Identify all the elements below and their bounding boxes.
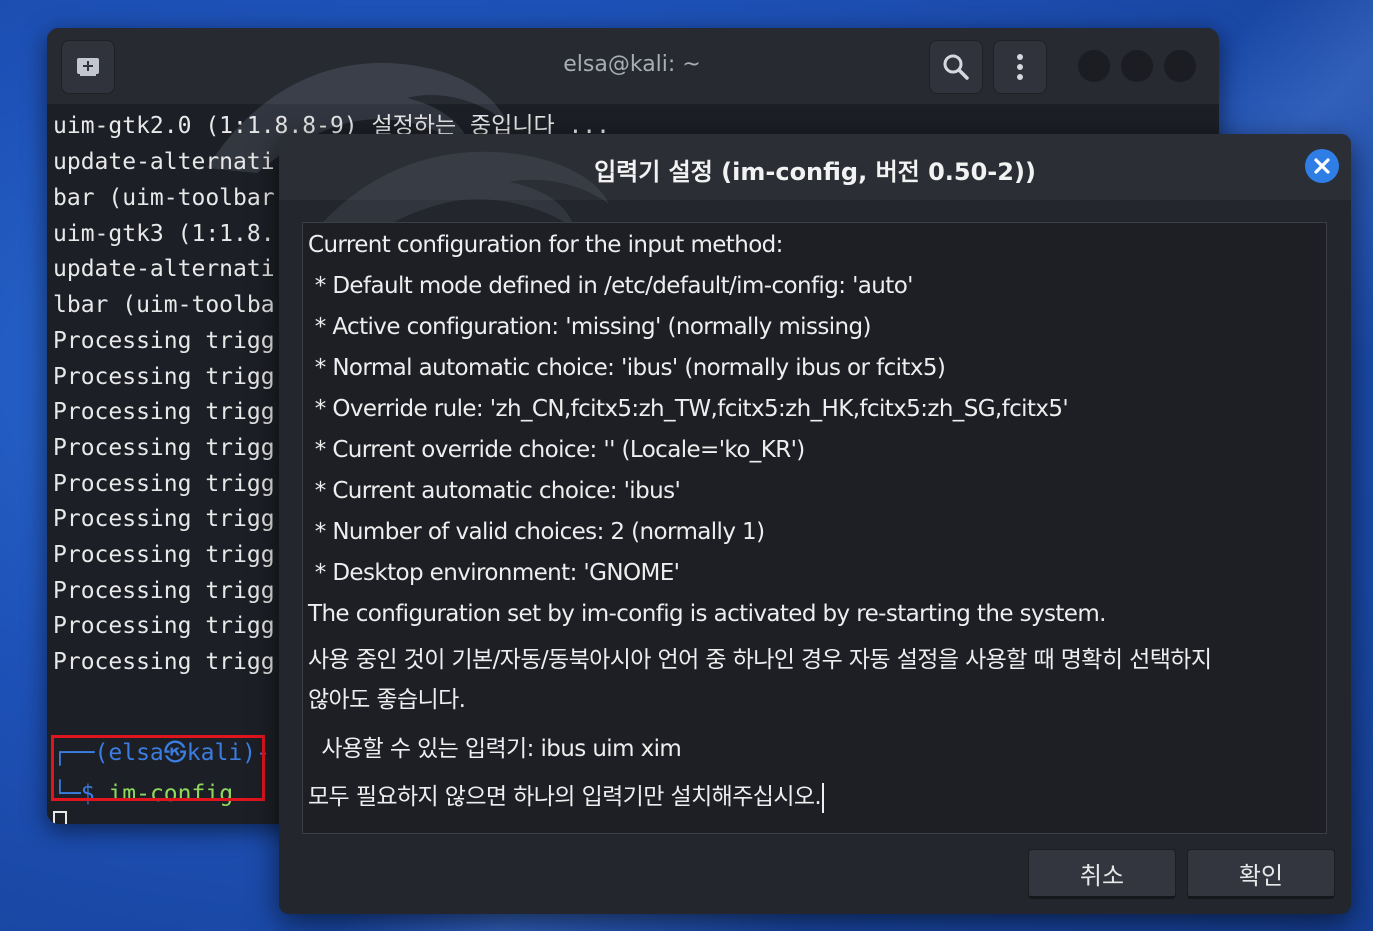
message-line: * Default mode defined in /etc/default/i…: [308, 273, 914, 299]
maximize-button[interactable]: [1121, 50, 1153, 82]
dialog-close-button[interactable]: [1305, 149, 1339, 183]
search-icon: [943, 54, 969, 80]
message-line: * Number of valid choices: 2 (normally 1…: [308, 519, 765, 545]
terminal-line: Processing trigg: [53, 328, 275, 354]
terminal-cursor: [53, 811, 67, 824]
configuration-message-area[interactable]: Current configuration for the input meth…: [302, 222, 1327, 834]
message-line: Current configuration for the input meth…: [308, 232, 783, 258]
message-line: * Current override choice: '' (Locale='k…: [308, 437, 806, 463]
menu-button[interactable]: [993, 40, 1047, 94]
message-line: * Desktop environment: 'GNOME': [308, 560, 680, 586]
dialog-header[interactable]: 입력기 설정 (im-config, 버전 0.50-2)): [279, 134, 1351, 242]
terminal-line: bar (uim-toolbar: [53, 185, 275, 211]
im-config-dialog[interactable]: 입력기 설정 (im-config, 버전 0.50-2)) Current c…: [279, 134, 1351, 914]
terminal-line: Processing trigg: [53, 364, 275, 390]
message-line: The configuration set by im-config is ac…: [308, 601, 1106, 627]
message-line: * Active configuration: 'missing' (norma…: [308, 314, 872, 340]
minimize-button[interactable]: [1078, 50, 1110, 82]
ok-button[interactable]: 확인: [1187, 849, 1335, 899]
kebab-menu-icon: [1017, 54, 1023, 80]
search-button[interactable]: [929, 40, 983, 94]
message-line-text: 모두 필요하지 않으면 하나의 입력기만 설치해주십시오.: [308, 784, 822, 810]
close-icon: [1314, 158, 1330, 174]
command-highlight-box: [51, 735, 265, 801]
message-line: * Current automatic choice: 'ibus': [308, 478, 681, 504]
message-line: * Override rule: 'zh_CN,fcitx5:zh_TW,fci…: [308, 396, 1069, 422]
terminal-line: Processing trigg: [53, 578, 275, 604]
text-caret: [822, 782, 825, 813]
terminal-line: Processing trigg: [53, 542, 275, 568]
terminal-line: lbar (uim-toolba: [53, 292, 275, 318]
message-line: 사용할 수 있는 입력기: ibus uim xim: [308, 736, 682, 762]
message-line: * Normal automatic choice: 'ibus' (norma…: [308, 355, 946, 381]
terminal-line: Processing trigg: [53, 649, 275, 675]
terminal-title: elsa@kali: ~: [563, 52, 701, 77]
terminal-line: Processing trigg: [53, 435, 275, 461]
message-line: 않아도 좋습니다.: [308, 687, 466, 713]
close-window-button[interactable]: [1164, 50, 1196, 82]
terminal-line: Processing trigg: [53, 506, 275, 532]
message-line-last: 모두 필요하지 않으면 하나의 입력기만 설치해주십시오.: [308, 782, 825, 813]
new-tab-button[interactable]: [61, 40, 115, 94]
terminal-line: Processing trigg: [53, 613, 275, 639]
terminal-line: Processing trigg: [53, 471, 275, 497]
terminal-line: update-alternati: [53, 149, 275, 175]
dialog-title: 입력기 설정 (im-config, 버전 0.50-2)): [594, 158, 1036, 186]
terminal-header[interactable]: elsa@kali: ~: [47, 28, 1219, 173]
terminal-line: uim-gtk3 (1:1.8.: [53, 221, 275, 247]
cancel-button[interactable]: 취소: [1028, 849, 1176, 899]
terminal-line: Processing trigg: [53, 399, 275, 425]
new-tab-icon: [77, 58, 99, 76]
terminal-line: update-alternati: [53, 256, 275, 282]
message-line: 사용 중인 것이 기본/자동/동북아시아 언어 중 하나인 경우 자동 설정을 …: [308, 647, 1212, 673]
